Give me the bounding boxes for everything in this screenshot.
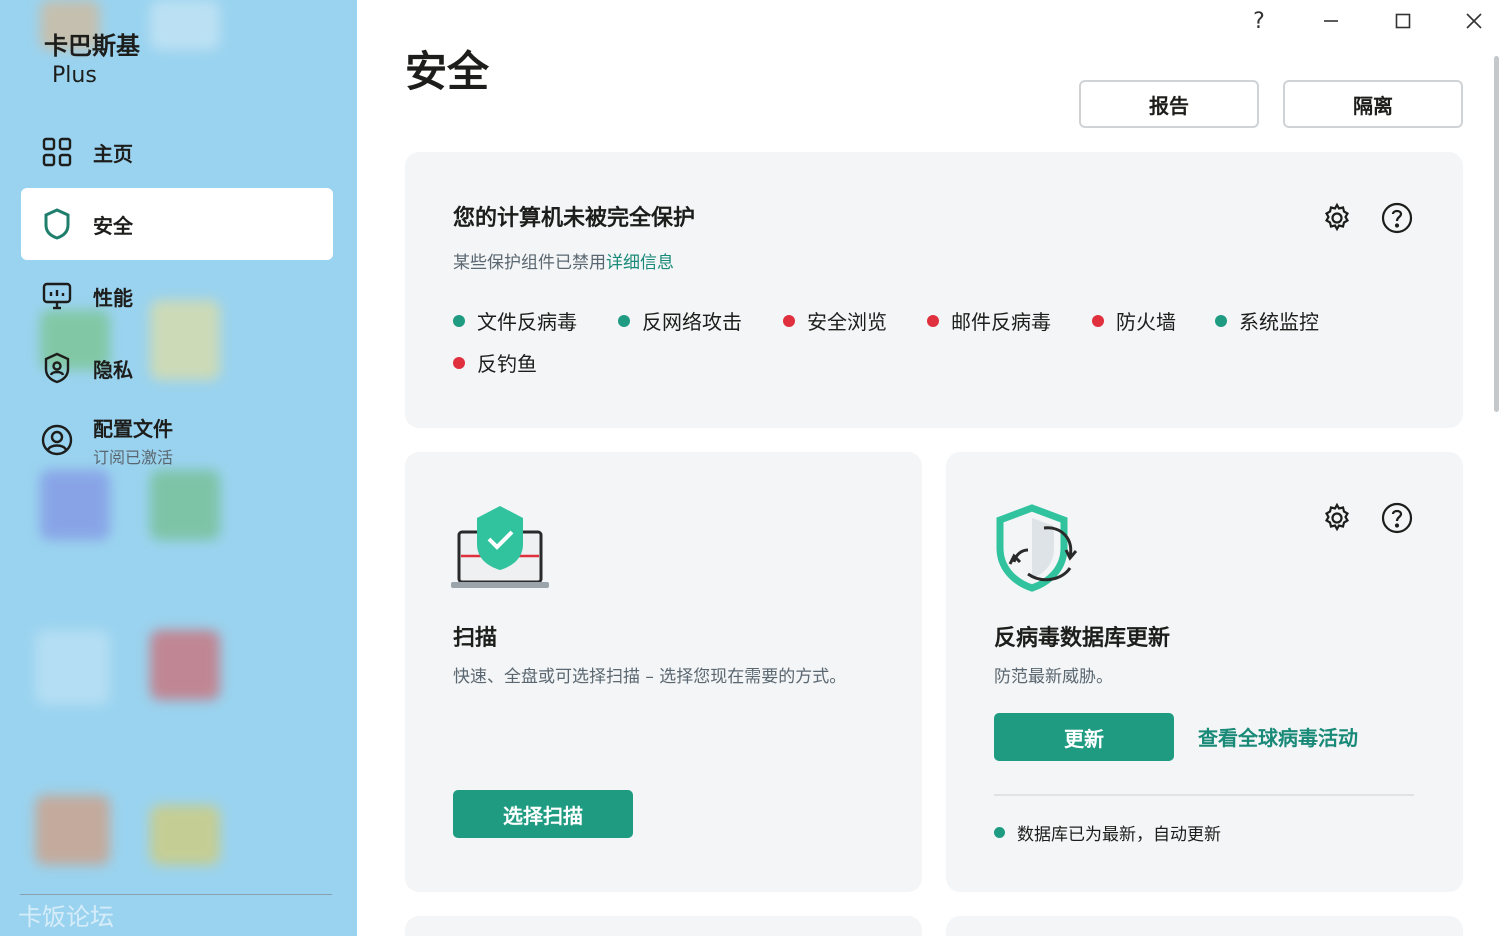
sidebar-item-profile[interactable]: 配置文件 订阅已激活: [21, 404, 333, 476]
update-desc: 防范最新威胁。: [994, 667, 1113, 687]
maximize-icon[interactable]: [1385, 6, 1421, 36]
component-label: 系统监控: [1239, 310, 1319, 334]
sidebar-item-privacy[interactable]: 隐私: [21, 332, 333, 404]
help-circle-icon[interactable]: [1379, 500, 1415, 536]
gear-icon[interactable]: [1319, 200, 1355, 236]
select-scan-button[interactable]: 选择扫描: [453, 790, 633, 838]
component-status[interactable]: 防火墙: [1092, 306, 1176, 335]
monitor-icon: [21, 280, 93, 312]
component-label: 防火墙: [1116, 310, 1176, 334]
quarantine-button[interactable]: 隔离: [1283, 80, 1463, 128]
minimize-icon[interactable]: [1313, 6, 1349, 36]
help-circle-icon[interactable]: [1379, 200, 1415, 236]
component-status[interactable]: 系统监控: [1215, 306, 1319, 335]
help-icon[interactable]: ?: [1241, 6, 1277, 36]
component-label: 反网络攻击: [642, 310, 742, 334]
sidebar-divider: [20, 894, 332, 895]
main-panel: ? 安全 报告 隔离 您的计算机未被完全保护 某些保护组件已禁用详细信息 文件反…: [357, 0, 1511, 936]
sidebar-item-label: 安全: [93, 213, 133, 238]
component-label: 文件反病毒: [477, 310, 577, 334]
component-status[interactable]: 文件反病毒: [453, 306, 577, 335]
update-button[interactable]: 更新: [994, 713, 1174, 761]
subscription-status: 订阅已激活: [93, 447, 174, 467]
component-label: 邮件反病毒: [951, 310, 1051, 334]
status-on-dot: [618, 314, 630, 327]
sidebar-item-label: 配置文件: [93, 416, 173, 441]
scan-title: 扫描: [453, 626, 498, 651]
update-title: 反病毒数据库更新: [994, 626, 1171, 651]
scan-desc: 快速、全盘或可选择扫描 – 选择您现在需要的方式。: [453, 667, 847, 687]
scan-card: 扫描 快速、全盘或可选择扫描 – 选择您现在需要的方式。 选择扫描: [405, 452, 922, 892]
status-on-dot: [1215, 314, 1227, 327]
global-virus-activity-link[interactable]: 查看全球病毒活动: [1198, 722, 1358, 751]
shield-icon: [21, 207, 93, 241]
status-off-dot: [1092, 314, 1104, 327]
brand: 卡巴斯基 Plus: [44, 30, 140, 90]
next-card-left: [405, 916, 922, 936]
report-button[interactable]: 报告: [1079, 80, 1259, 128]
details-link[interactable]: 详细信息: [606, 253, 674, 273]
database-update-card: 反病毒数据库更新 防范最新威胁。 更新 查看全球病毒活动 数据库已为最新，自动更…: [946, 452, 1463, 892]
protection-desc-text: 某些保护组件已禁用: [453, 253, 606, 273]
close-icon[interactable]: [1456, 6, 1492, 36]
brand-name: 卡巴斯基: [44, 32, 140, 60]
watermark: 卡饭论坛: [18, 903, 114, 931]
component-status[interactable]: 反网络攻击: [618, 306, 742, 335]
component-status[interactable]: 反钓鱼: [453, 348, 537, 377]
protection-title: 您的计算机未被完全保护: [453, 206, 696, 231]
database-status-text: 数据库已为最新，自动更新: [1017, 825, 1221, 845]
sidebar-item-label: 性能: [93, 285, 133, 310]
user-circle-icon: [21, 423, 93, 457]
status-on-dot: [453, 314, 465, 327]
component-label: 反钓鱼: [477, 352, 537, 376]
update-shield-icon: [992, 504, 1082, 598]
privacy-shield-icon: [21, 351, 93, 385]
sidebar-item-security[interactable]: 安全: [21, 188, 333, 260]
sidebar-item-label: 主页: [93, 141, 133, 166]
component-status[interactable]: 安全浏览: [783, 306, 887, 335]
sidebar-item-performance[interactable]: 性能: [21, 260, 333, 332]
grid-icon: [21, 136, 93, 168]
database-status: 数据库已为最新，自动更新: [994, 820, 1221, 845]
scan-laptop-icon: [451, 504, 551, 598]
sidebar-item-home[interactable]: 主页: [21, 116, 333, 188]
page-title: 安全: [405, 47, 490, 96]
component-status[interactable]: 邮件反病毒: [927, 306, 1051, 335]
status-off-dot: [783, 314, 795, 327]
next-card-right: [946, 916, 1463, 936]
status-off-dot: [927, 314, 939, 327]
status-off-dot: [453, 356, 465, 369]
sidebar: 卡巴斯基 Plus 主页 安全 性能 隐私 配置文件 订阅已激活 卡饭论坛: [0, 0, 357, 936]
gear-icon[interactable]: [1319, 500, 1355, 536]
protection-desc: 某些保护组件已禁用详细信息: [453, 248, 674, 273]
protection-status-card: 您的计算机未被完全保护 某些保护组件已禁用详细信息 文件反病毒 反网络攻击 安全…: [405, 152, 1463, 428]
component-label: 安全浏览: [807, 310, 887, 334]
sidebar-item-label: 隐私: [93, 357, 133, 382]
card-divider: [994, 794, 1414, 796]
scrollbar[interactable]: [1494, 56, 1499, 412]
status-on-dot: [994, 827, 1005, 838]
brand-edition: Plus: [52, 63, 97, 88]
